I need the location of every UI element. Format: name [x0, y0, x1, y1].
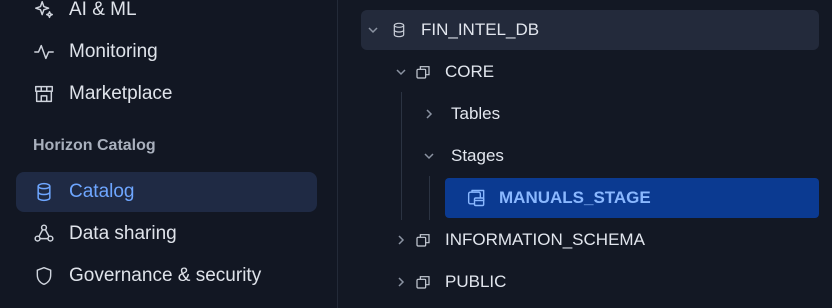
sidebar-item-label: Monitoring — [69, 41, 158, 62]
sidebar-item-catalog[interactable]: Catalog — [16, 172, 317, 212]
tree-row-label: MANUALS_STAGE — [499, 188, 651, 207]
tree-row-label: FIN_INTEL_DB — [421, 20, 540, 39]
sparkle-icon — [32, 0, 56, 22]
tree-guide-line — [401, 92, 402, 220]
sidebar-item-data-sharing[interactable]: Data sharing — [16, 214, 317, 254]
chevron-right-icon[interactable] — [393, 274, 409, 290]
tree-row-schema-core[interactable]: CORE — [393, 52, 494, 92]
section-label-horizon-catalog: Horizon Catalog — [33, 137, 156, 154]
tree-row-manuals-stage[interactable]: MANUALS_STAGE — [445, 178, 819, 218]
tree-row-database[interactable]: FIN_INTEL_DB — [361, 10, 819, 50]
tree-row-tables[interactable]: Tables — [421, 94, 500, 134]
tree-row-label: CORE — [445, 62, 495, 81]
schema-icon — [413, 272, 433, 292]
chevron-down-icon[interactable] — [365, 22, 381, 38]
stage-icon — [467, 188, 487, 208]
database-icon — [32, 180, 56, 204]
sidebar-item-label: Data sharing — [69, 223, 177, 244]
activity-icon — [32, 40, 56, 64]
tree-row-public[interactable]: PUBLIC — [393, 262, 506, 302]
sidebar: AI & ML Monitoring Marketplace Horizon C… — [0, 0, 338, 308]
object-tree-panel: FIN_INTEL_DB CORE Tables Stages MANUALS_… — [339, 0, 832, 308]
tree-guide-line — [429, 176, 430, 220]
sidebar-item-ai-ml[interactable]: AI & ML — [16, 0, 317, 30]
database-icon — [389, 20, 409, 40]
sidebar-item-label: Catalog — [69, 181, 135, 202]
sidebar-item-label: AI & ML — [69, 0, 137, 20]
shield-icon — [32, 264, 56, 288]
tree-row-information-schema[interactable]: INFORMATION_SCHEMA — [393, 220, 645, 260]
sidebar-item-monitoring[interactable]: Monitoring — [16, 32, 317, 72]
chevron-down-icon[interactable] — [393, 64, 409, 80]
tree-row-label: Tables — [451, 104, 501, 123]
chevron-down-icon[interactable] — [421, 148, 437, 164]
share-icon — [32, 222, 56, 246]
chevron-right-icon[interactable] — [393, 232, 409, 248]
tree-row-label: INFORMATION_SCHEMA — [445, 230, 645, 249]
tree-row-label: Stages — [451, 146, 504, 165]
tree-row-label: PUBLIC — [445, 272, 507, 291]
tree-row-stages[interactable]: Stages — [421, 136, 504, 176]
sidebar-item-label: Governance & security — [69, 265, 262, 286]
sidebar-item-governance[interactable]: Governance & security — [16, 256, 317, 296]
schema-icon — [413, 230, 433, 250]
chevron-right-icon[interactable] — [421, 106, 437, 122]
schema-icon — [413, 62, 433, 82]
sidebar-item-label: Marketplace — [69, 83, 173, 104]
store-icon — [32, 82, 56, 106]
sidebar-item-marketplace[interactable]: Marketplace — [16, 74, 317, 114]
